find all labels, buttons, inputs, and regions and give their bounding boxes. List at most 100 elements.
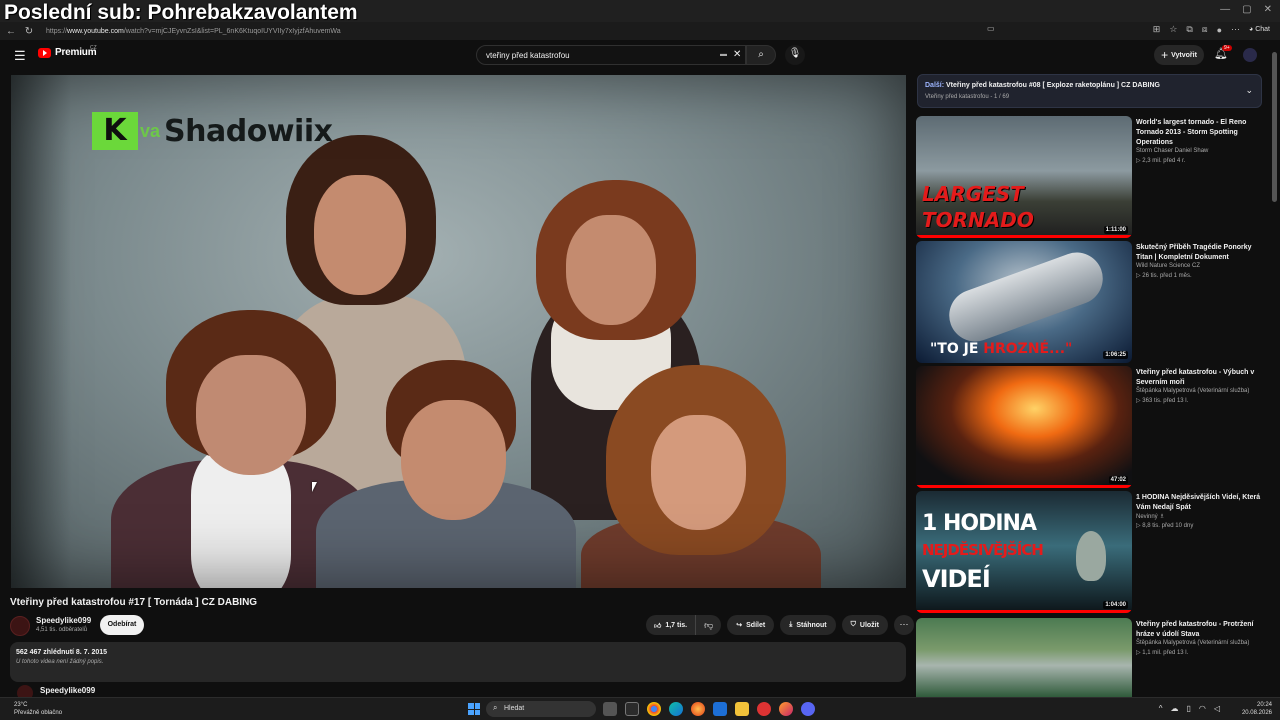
firefox-icon[interactable] — [691, 702, 705, 716]
thumbnail-text: TORNADO — [922, 208, 1034, 232]
maximize-icon[interactable]: ▢ — [1242, 4, 1251, 15]
store-icon[interactable] — [625, 702, 639, 716]
video-thumbnail[interactable]: "TO JE HROZNÉ..." 1:06:25 — [916, 241, 1132, 363]
page-scrollbar[interactable] — [1272, 52, 1277, 202]
app-icon[interactable] — [757, 702, 771, 716]
alien-figure — [1076, 531, 1106, 581]
url-field[interactable]: https://www.youtube.com/watch?v=mjCJEyvn… — [46, 28, 341, 35]
video-duration: 1:06:25 — [1103, 351, 1128, 359]
taskbar-search[interactable]: ⌕ Hledat — [486, 701, 596, 717]
chat-button[interactable]: ◕ Chat — [1249, 26, 1270, 33]
collections-icon[interactable]: ⧈ — [1202, 24, 1208, 35]
browser-icon[interactable] — [779, 702, 793, 716]
save-button[interactable]: ⛉ Uložit — [841, 615, 888, 635]
video-thumbnail[interactable] — [916, 618, 1132, 697]
battery-icon[interactable]: ▯ — [1186, 704, 1190, 713]
thumbnail-text: VIDEÍ — [922, 565, 991, 593]
pip-icon[interactable]: ▭ — [987, 24, 995, 33]
more-actions-button[interactable]: ⋯ — [893, 615, 914, 635]
close-icon[interactable]: ✕ — [1264, 4, 1272, 15]
hamburger-menu-icon[interactable]: ☰ — [14, 48, 26, 64]
video-title: Vteřiny před katastrofou #17 [ Tornáda ]… — [10, 597, 258, 608]
profile-avatar-icon[interactable]: ● — [1217, 25, 1222, 35]
windows-taskbar: 23°C Převážně oblačno ⌕ Hledat ^ ☁ ▯ ◠ ◁ … — [0, 697, 1280, 720]
system-clock[interactable]: 20:24 20.08.2026 — [1242, 701, 1272, 717]
comment-author[interactable]: Speedylike099 — [40, 686, 95, 695]
extensions-icon[interactable]: ⧉ — [1186, 24, 1192, 35]
volume-icon[interactable]: ◁ — [1214, 704, 1220, 713]
account-avatar[interactable] — [1243, 48, 1257, 62]
recommended-title[interactable]: 1 HODINA Nejděsivějších Videí, Která Vám… — [1136, 493, 1264, 513]
recommended-meta: ▷ 2,3 mil. před 4 r. — [1136, 158, 1186, 164]
search-input[interactable]: vteřiny před katastrofou ▬ ✕ — [476, 45, 746, 65]
watermark-va: va — [140, 120, 161, 141]
video-duration: 1:04:00 — [1103, 601, 1128, 609]
clear-search-icon[interactable]: ✕ — [733, 49, 741, 60]
reload-icon[interactable]: ↻ — [22, 26, 36, 37]
voice-search-button[interactable]: 🎙︎ — [785, 45, 805, 65]
dislike-button[interactable]: 👎︎ — [696, 615, 721, 635]
recommended-channel[interactable]: Nevinný ♗ — [1136, 513, 1165, 520]
save-label: Uložit — [859, 621, 879, 629]
task-view-icon[interactable] — [603, 702, 617, 716]
wifi-icon[interactable]: ◠ — [1199, 704, 1206, 713]
chevron-down-icon[interactable]: ⌄ — [1245, 85, 1253, 96]
youtube-logo[interactable]: Premium — [38, 47, 97, 58]
file-explorer-icon[interactable] — [735, 702, 749, 716]
recommended-title[interactable]: Skutečný Příběh Tragédie Ponorky Titan |… — [1136, 243, 1264, 263]
description-box[interactable]: 562 467 zhlédnutí 8. 7. 2015 U tohoto vi… — [10, 642, 906, 682]
keyboard-icon[interactable]: ▬ — [720, 51, 727, 58]
recommended-channel[interactable]: Štěpánka Malypetrová (Veterinární služba… — [1136, 388, 1249, 394]
recommended-channel[interactable]: Štěpánka Malypetrová (Veterinární služba… — [1136, 640, 1249, 646]
tray-chevron-icon[interactable]: ^ — [1159, 704, 1163, 713]
create-button[interactable]: + Vytvořit — [1154, 45, 1204, 65]
recommended-meta: ▷ 363 tis. před 13 l. — [1136, 398, 1189, 404]
channel-avatar[interactable] — [10, 616, 30, 636]
share-button[interactable]: ↪ Sdílet — [727, 615, 775, 635]
favorite-icon[interactable]: ☆ — [1169, 24, 1177, 35]
view-stats: 562 467 zhlédnutí 8. 7. 2015 — [16, 649, 108, 656]
clock-time: 20:24 — [1256, 702, 1272, 708]
download-button[interactable]: ⤓ Stáhnout — [780, 615, 836, 635]
like-button[interactable]: 👍︎ 1,7 tis. — [646, 615, 697, 635]
recommended-title[interactable]: Vteřiny před katastrofou - Výbuch v Seve… — [1136, 368, 1264, 388]
recommended-video[interactable]: 1 HODINA NEJDĚSIVĚJŠÍCH VIDEÍ 1:04:00 1 … — [916, 491, 1266, 613]
back-icon[interactable]: ← — [4, 26, 18, 37]
submarine-shape — [941, 245, 1111, 349]
mail-icon[interactable] — [713, 702, 727, 716]
notification-badge: 9+ — [1222, 45, 1232, 51]
logo-country-code: CZ — [90, 45, 97, 51]
more-icon[interactable]: ⋯ — [1231, 24, 1240, 35]
discord-icon[interactable] — [801, 702, 815, 716]
next-prefix: Další: — [925, 82, 945, 89]
subscribe-button[interactable]: Odebírat — [100, 615, 144, 635]
window-controls[interactable]: — ▢ ✕ — [1220, 4, 1272, 15]
minimize-icon[interactable]: — — [1220, 4, 1230, 15]
chrome-icon[interactable] — [647, 702, 661, 716]
recommended-channel[interactable]: Wild Nature Science CZ — [1136, 263, 1200, 269]
video-thumbnail[interactable]: 47:02 — [916, 366, 1132, 488]
edge-icon[interactable] — [669, 702, 683, 716]
recommended-title[interactable]: World's largest tornado - El Reno Tornad… — [1136, 118, 1264, 148]
share-label: Sdílet — [746, 621, 766, 629]
recommended-video[interactable]: LARGEST TORNADO 1:11:00 World's largest … — [916, 116, 1266, 238]
search-value: vteřiny před katastrofou — [486, 51, 570, 60]
recommended-video[interactable]: Vteřiny před katastrofou - Protržení hrá… — [916, 618, 1266, 697]
playlist-panel-header[interactable]: Další: Vteřiny před katastrofou #08 [ Ex… — [917, 74, 1262, 108]
video-thumbnail[interactable]: LARGEST TORNADO 1:11:00 — [916, 116, 1132, 238]
recommended-title[interactable]: Vteřiny před katastrofou - Protržení hrá… — [1136, 620, 1264, 640]
apps-icon[interactable]: ⊞ — [1153, 24, 1161, 35]
recommended-video[interactable]: 47:02 Vteřiny před katastrofou - Výbuch … — [916, 366, 1266, 488]
windows-start-icon[interactable] — [468, 703, 480, 715]
video-player[interactable]: K va Shadowiix — [11, 75, 906, 588]
cloud-icon[interactable]: ☁ — [1170, 704, 1178, 713]
recommended-channel[interactable]: Storm Chaser Daniel Shaw — [1136, 148, 1208, 154]
thumbnail-text: LARGEST — [922, 182, 1024, 206]
screen: — ▢ ✕ Poslední sub: Pohrebakzavolantem ←… — [0, 0, 1280, 720]
recommended-video[interactable]: "TO JE HROZNÉ..." 1:06:25 Skutečný Příbě… — [916, 241, 1266, 363]
weather-widget[interactable]: 23°C Převážně oblačno — [14, 701, 62, 717]
search-button[interactable]: ⌕ — [746, 45, 776, 65]
download-icon: ⤓ — [789, 621, 793, 628]
video-thumbnail[interactable]: 1 HODINA NEJDĚSIVĚJŠÍCH VIDEÍ 1:04:00 — [916, 491, 1132, 613]
channel-name[interactable]: Speedylike099 — [36, 616, 91, 625]
